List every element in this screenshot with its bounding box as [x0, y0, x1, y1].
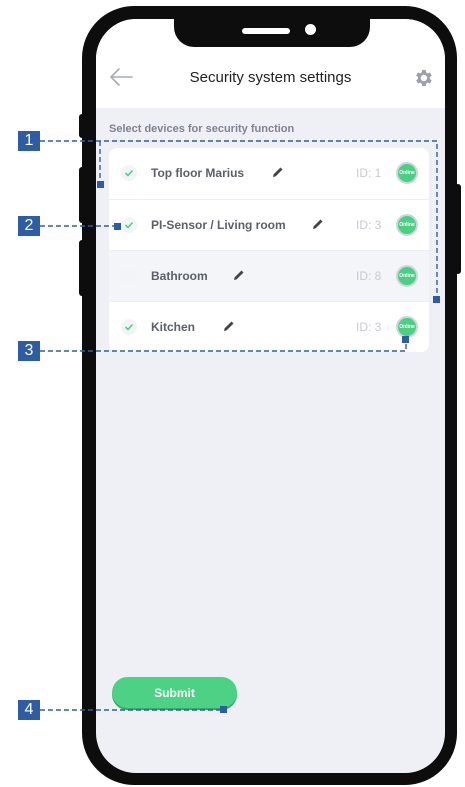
callout-lines — [40, 140, 440, 713]
callout-4: 4 — [18, 700, 40, 720]
callout-3: 3 — [18, 341, 40, 361]
callout-1: 1 — [18, 131, 40, 151]
callout-2: 2 — [18, 216, 40, 236]
